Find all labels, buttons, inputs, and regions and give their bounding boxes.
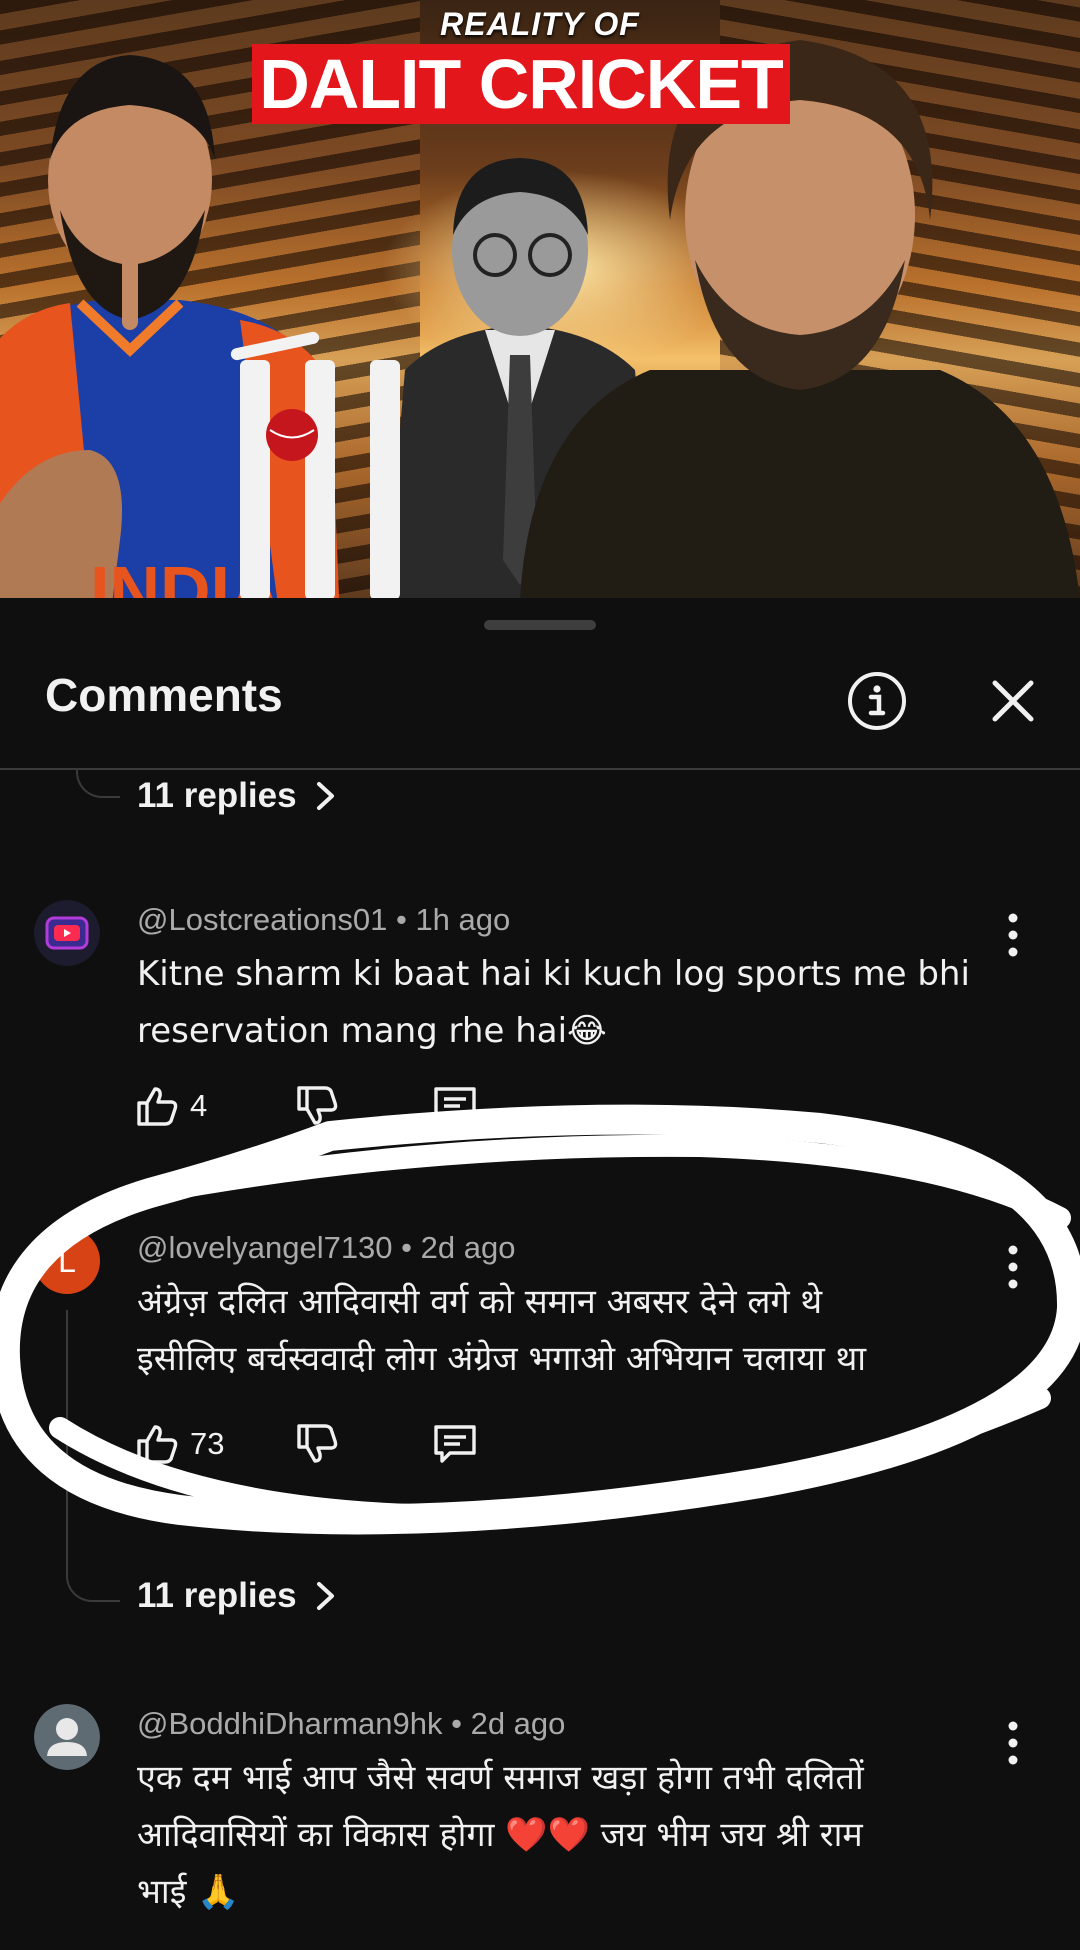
- thumbs-up-icon: [137, 1087, 178, 1126]
- close-icon[interactable]: [986, 674, 1040, 728]
- chevron-right-icon: [316, 782, 334, 810]
- thumbnail-title-banner: DALIT CRICKET: [252, 44, 790, 124]
- reply-button[interactable]: [430, 1418, 480, 1470]
- more-options-icon[interactable]: [998, 1240, 1028, 1294]
- cricket-stumps: [230, 331, 400, 598]
- reply-icon: [434, 1087, 476, 1125]
- reply-button[interactable]: [430, 1080, 480, 1132]
- comment-author[interactable]: @Lostcreations01: [137, 902, 387, 937]
- thread-connector: [76, 770, 120, 798]
- info-icon[interactable]: [846, 670, 908, 732]
- header-divider: [0, 768, 1080, 770]
- comments-sheet: Comments 11 replies @Lostcreations01 • 1…: [0, 598, 1080, 1950]
- comment-text-line: इसीलिए बर्चस्ववादी लोग अंग्रेज भगाओ अभिय…: [137, 1339, 867, 1379]
- meta-separator: •: [392, 1230, 421, 1265]
- youtube-tv-icon[interactable]: [34, 900, 100, 966]
- comment-author[interactable]: @lovelyangel7130: [137, 1230, 393, 1265]
- like-count: 73: [190, 1426, 225, 1461]
- thumbs-down-icon: [297, 1424, 338, 1463]
- comment-text-line: अंग्रेज़ दलित आदिवासी वर्ग को समान अबसर …: [137, 1282, 823, 1322]
- like-button[interactable]: 4: [134, 1080, 207, 1132]
- meta-separator: •: [387, 902, 416, 937]
- more-options-icon[interactable]: [998, 1716, 1028, 1770]
- dislike-button[interactable]: [294, 1080, 340, 1132]
- comment-age: 2d ago: [420, 1230, 516, 1265]
- like-count: 4: [190, 1088, 208, 1123]
- comment-text-line: एक दम भाई आप जैसे सवर्ण समाज खड़ा होगा त…: [137, 1758, 864, 1798]
- comment-meta: @BoddhiDharman9hk • 2d ago: [137, 1706, 565, 1742]
- comment-text-line: आदिवासियों का विकास होगा ❤️❤️ जय भीम जय …: [137, 1815, 863, 1855]
- comment-text-line: भाई 🙏: [137, 1872, 240, 1912]
- meta-separator: •: [442, 1706, 471, 1741]
- reply-icon: [434, 1425, 476, 1463]
- comment-text: अंग्रेज़ दलित आदिवासी वर्ग को समान अबसर …: [137, 1274, 997, 1388]
- comment-text: Kitne sharm ki baat hai ki kuch log spor…: [137, 954, 970, 1051]
- comments-title: Comments: [45, 669, 283, 721]
- thumbs-up-icon: [137, 1425, 178, 1464]
- thumbnail-kicker: REALITY OF: [440, 6, 640, 42]
- comment-text: एक दम भाई आप जैसे सवर्ण समाज खड़ा होगा त…: [137, 1750, 997, 1921]
- comment-author[interactable]: @BoddhiDharman9hk: [137, 1706, 442, 1741]
- person-icon[interactable]: [34, 1704, 100, 1770]
- dislike-button[interactable]: [294, 1418, 340, 1470]
- avatar-letter: L: [58, 1242, 76, 1279]
- more-options-icon[interactable]: [998, 908, 1028, 962]
- view-replies-button[interactable]: 11 replies: [137, 1576, 337, 1616]
- replies-label: 11 replies: [137, 776, 297, 815]
- comment-meta: @lovelyangel7130 • 2d ago: [137, 1230, 515, 1266]
- thread-connector: [66, 1310, 120, 1602]
- comment-meta: @Lostcreations01 • 1h ago: [137, 902, 510, 938]
- replies-label: 11 replies: [137, 1576, 297, 1615]
- drag-handle[interactable]: [484, 620, 596, 630]
- thumbs-down-icon: [297, 1086, 338, 1125]
- view-replies-button[interactable]: 11 replies: [137, 776, 337, 816]
- avatar[interactable]: L: [34, 1228, 100, 1294]
- comment-age: 1h ago: [415, 902, 511, 937]
- comment-age: 2d ago: [470, 1706, 566, 1741]
- chevron-right-icon: [316, 1582, 334, 1610]
- like-button[interactable]: 73: [134, 1418, 224, 1470]
- video-thumbnail[interactable]: INDIA REALITY OF DALIT CRICKET: [0, 0, 1080, 598]
- thumbnail-title: DALIT CRICKET: [259, 45, 784, 123]
